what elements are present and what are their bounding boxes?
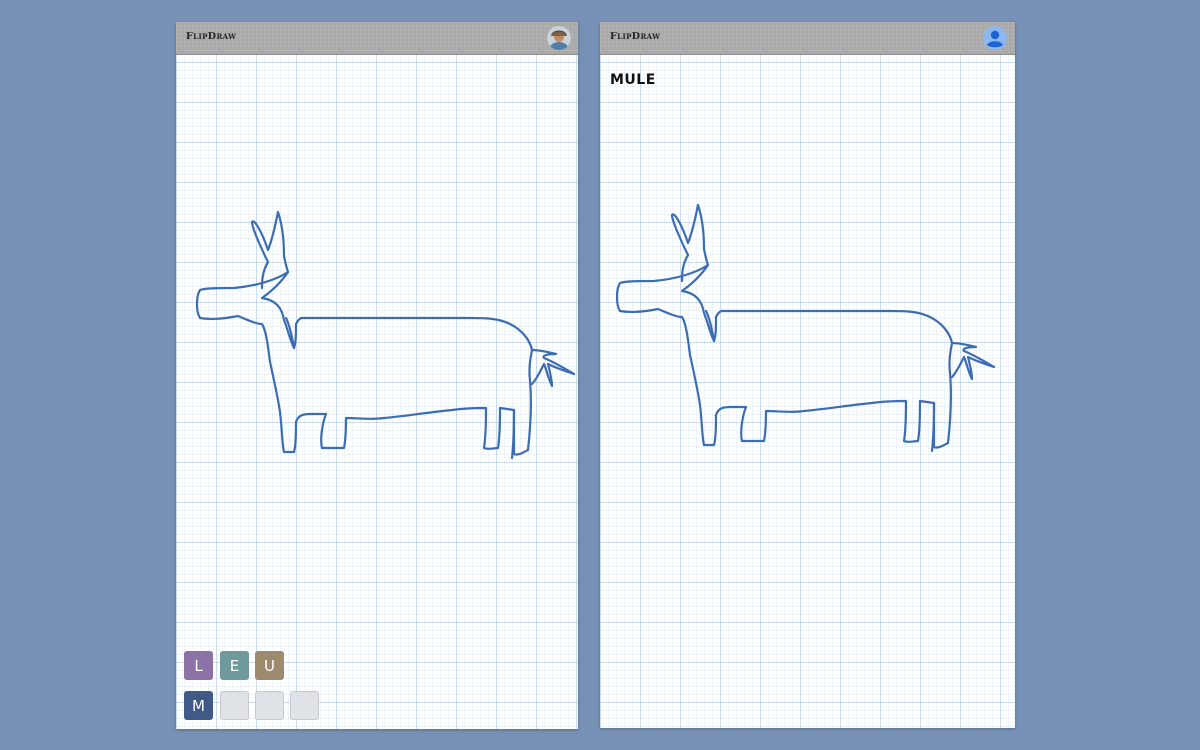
app-title: FlipDraw (610, 31, 661, 42)
mule-drawing-canvas[interactable] (176, 55, 578, 729)
answer-slot-empty[interactable] (220, 691, 249, 720)
answer-slot-filled-m[interactable]: M (184, 691, 213, 720)
answer-slot-empty[interactable] (255, 691, 284, 720)
drawing-panel[interactable]: FlipDraw L E U M (176, 22, 578, 729)
user-photo-avatar[interactable] (547, 26, 571, 50)
answer-slot-empty[interactable] (290, 691, 319, 720)
answer-panel: FlipDraw MULE (600, 22, 1015, 728)
letter-tile-l[interactable]: L (184, 651, 213, 680)
default-user-avatar[interactable] (983, 26, 1007, 50)
top-bar: FlipDraw (176, 22, 578, 55)
top-bar: FlipDraw (600, 22, 1015, 55)
mule-drawing-display (615, 203, 996, 453)
letter-tile-u[interactable]: U (255, 651, 284, 680)
app-title: FlipDraw (186, 31, 237, 42)
letter-tile-e[interactable]: E (220, 651, 249, 680)
